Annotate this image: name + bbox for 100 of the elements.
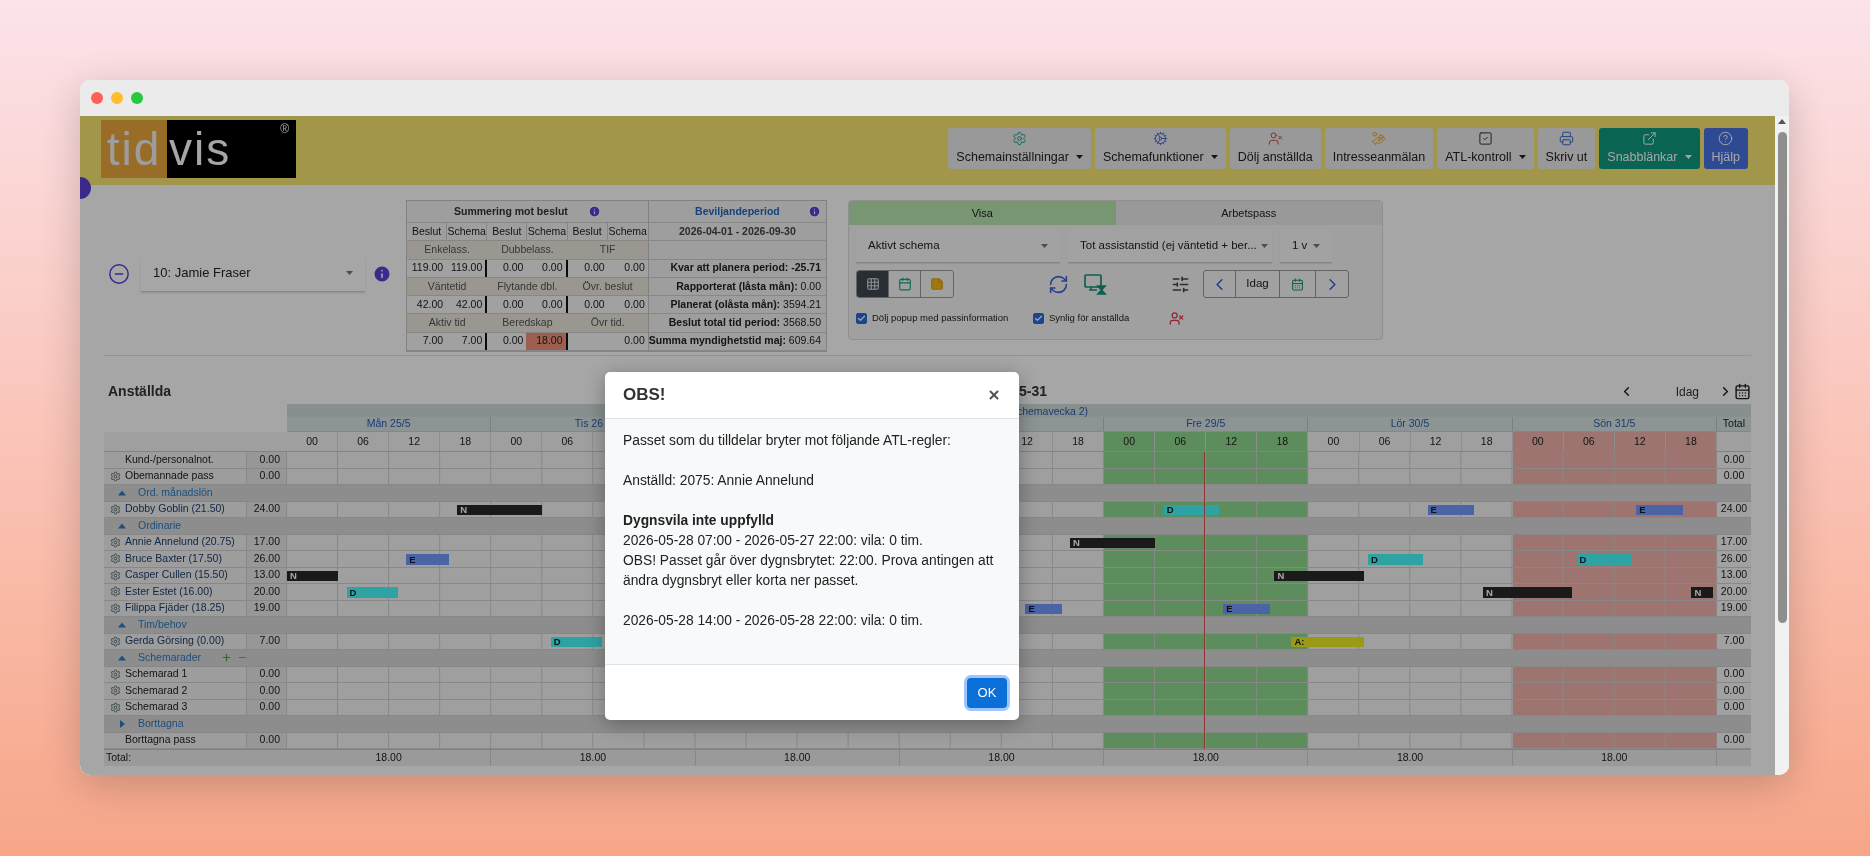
caret-icon	[1313, 244, 1320, 248]
hour-label: 12	[1206, 432, 1258, 451]
checkbox-label: Synlig för anställda	[1049, 311, 1130, 326]
category-label: Aktiv tid	[427, 315, 467, 330]
message-text: 2026-05-28 07:00 - 2026-05-27 22:00: vila: 0 tim.	[623, 532, 924, 550]
shift-bar[interactable]: N	[1691, 587, 1713, 598]
collapse-icon[interactable]	[118, 620, 126, 629]
table-cell-text: 18.00	[1396, 749, 1424, 765]
tab[interactable]: Arbetspass	[1115, 201, 1382, 225]
select-field[interactable]: Aktivt schema	[856, 230, 1060, 263]
toolbar-button[interactable]: Dölj anställda	[1229, 128, 1321, 169]
shift-bar[interactable]: D	[1368, 554, 1424, 565]
calendar-icon[interactable]	[1734, 383, 1751, 400]
checkbox[interactable]	[1033, 313, 1044, 324]
close-window-icon[interactable]	[91, 92, 103, 104]
info-icon[interactable]	[808, 205, 821, 218]
gear-icon[interactable]	[110, 503, 121, 515]
hour-label: 06	[1155, 432, 1207, 451]
category-label: Övr tid.	[589, 315, 626, 330]
shift-bar[interactable]: A:	[1291, 636, 1364, 647]
shift-bar[interactable]: E	[1223, 603, 1271, 614]
scroll-up-icon[interactable]	[1778, 119, 1786, 124]
collapse-icon[interactable]	[118, 521, 126, 530]
select-field[interactable]: Tot assistanstid (ej väntetid + ber...	[1068, 230, 1272, 263]
toolbar-button[interactable]: Intresseanmälan	[1324, 128, 1434, 169]
message-heading: Dygnsvila inte uppfylld	[623, 512, 776, 530]
caret-icon	[1518, 155, 1526, 159]
checkbox[interactable]	[856, 313, 867, 324]
toolbar-button[interactable]: ATL-kontroll	[1437, 128, 1534, 169]
table-cell-text: 18.00	[988, 749, 1015, 765]
add-icon[interactable]	[221, 652, 233, 664]
tab[interactable]: Visa	[849, 201, 1116, 225]
day-label: Sön 31/5	[1592, 416, 1637, 432]
shift-bar[interactable]: N	[1482, 587, 1573, 598]
group-label: Tim/behov	[138, 616, 187, 632]
row-label: Annie Annelund (20.75)	[125, 534, 235, 550]
refresh-icon[interactable]	[1048, 273, 1069, 295]
view-toggle-button[interactable]	[857, 271, 889, 297]
gear-icon[interactable]	[110, 553, 121, 565]
monitor-hourglass-icon[interactable]	[1083, 272, 1107, 296]
date-range-title: 5-31	[1018, 382, 1049, 401]
gear-icon[interactable]	[110, 635, 121, 647]
collapse-icon[interactable]	[108, 262, 130, 285]
collapse-icon[interactable]	[118, 653, 126, 662]
shift-bar[interactable]: N	[1070, 537, 1156, 548]
shift-bar[interactable]: D	[346, 587, 398, 598]
help-icon	[1718, 130, 1734, 146]
toolbar-button[interactable]: Schemafunktioner	[1094, 128, 1226, 169]
expand-icon[interactable]	[118, 719, 126, 728]
sliders-icon[interactable]	[1171, 274, 1190, 294]
collapse-icon[interactable]	[118, 488, 126, 497]
shift-bar[interactable]: E	[406, 554, 449, 565]
gear-icon[interactable]	[110, 536, 121, 548]
minimize-window-icon[interactable]	[111, 92, 123, 104]
info-icon[interactable]	[372, 263, 392, 284]
toolbar-button[interactable]: Hjälp	[1703, 128, 1748, 169]
gear-icon[interactable]	[110, 586, 121, 598]
row-label: Kund-/personalnot.	[125, 451, 214, 467]
user-remove-icon[interactable]	[1169, 311, 1185, 326]
column-header: Beslut	[407, 223, 448, 241]
hour-label: 00	[491, 432, 543, 451]
shift-bar[interactable]: N	[287, 570, 339, 581]
calendar-icon	[1291, 277, 1304, 291]
employee-select[interactable]: 10: Jamie Fraser	[141, 255, 365, 292]
gear-icon[interactable]	[110, 701, 121, 713]
row-label: Total:	[105, 749, 133, 765]
shift-bar[interactable]: N	[457, 504, 543, 515]
ok-button[interactable]: OK	[967, 677, 1007, 708]
toolbar-button[interactable]: Schemainställningar	[948, 128, 1091, 169]
table-cell-text: 18.00	[784, 749, 811, 765]
shift-bar[interactable]: D	[550, 636, 602, 647]
select-field[interactable]: 1 v	[1280, 230, 1332, 263]
dialog-title: OBS!	[623, 384, 666, 407]
today-button[interactable]: Idag	[1675, 382, 1699, 401]
shift-bar[interactable]: E	[1427, 504, 1475, 515]
row-label: Bruce Baxter (17.50)	[125, 550, 222, 566]
toolbar-button[interactable]: Skriv ut	[1537, 128, 1596, 169]
gear-icon[interactable]	[110, 470, 121, 482]
shift-bar[interactable]: E	[1636, 504, 1683, 515]
category-label: Väntetid	[426, 278, 468, 294]
week-label: chemavecka 2)	[1015, 404, 1090, 419]
gear-icon[interactable]	[110, 668, 121, 680]
caret-icon	[1684, 155, 1692, 159]
shift-bar[interactable]: N	[1274, 570, 1364, 581]
shift-bar[interactable]: D	[1163, 504, 1220, 515]
today-button[interactable]: Idag	[1236, 271, 1280, 297]
maximize-window-icon[interactable]	[131, 92, 143, 104]
gear-icon[interactable]	[110, 602, 121, 614]
shift-bar[interactable]: D	[1576, 554, 1632, 565]
column-header: Beslut	[487, 223, 528, 241]
table-cell-text: 0.00	[502, 296, 524, 312]
scrollbar[interactable]	[1775, 116, 1789, 775]
column-header: Total	[1721, 417, 1746, 431]
gear-icon[interactable]	[110, 569, 121, 581]
close-icon[interactable]	[987, 388, 1001, 402]
hour-label: 12	[1614, 432, 1666, 451]
message-text: OBS! Passet går över dygnsbrytet: 22:00. Prova antingen att ändra dygnsbryt eller korta ner passet.	[623, 552, 995, 590]
gear-icon[interactable]	[110, 685, 121, 697]
caret-icon	[1260, 244, 1268, 248]
info-icon[interactable]	[587, 205, 601, 218]
